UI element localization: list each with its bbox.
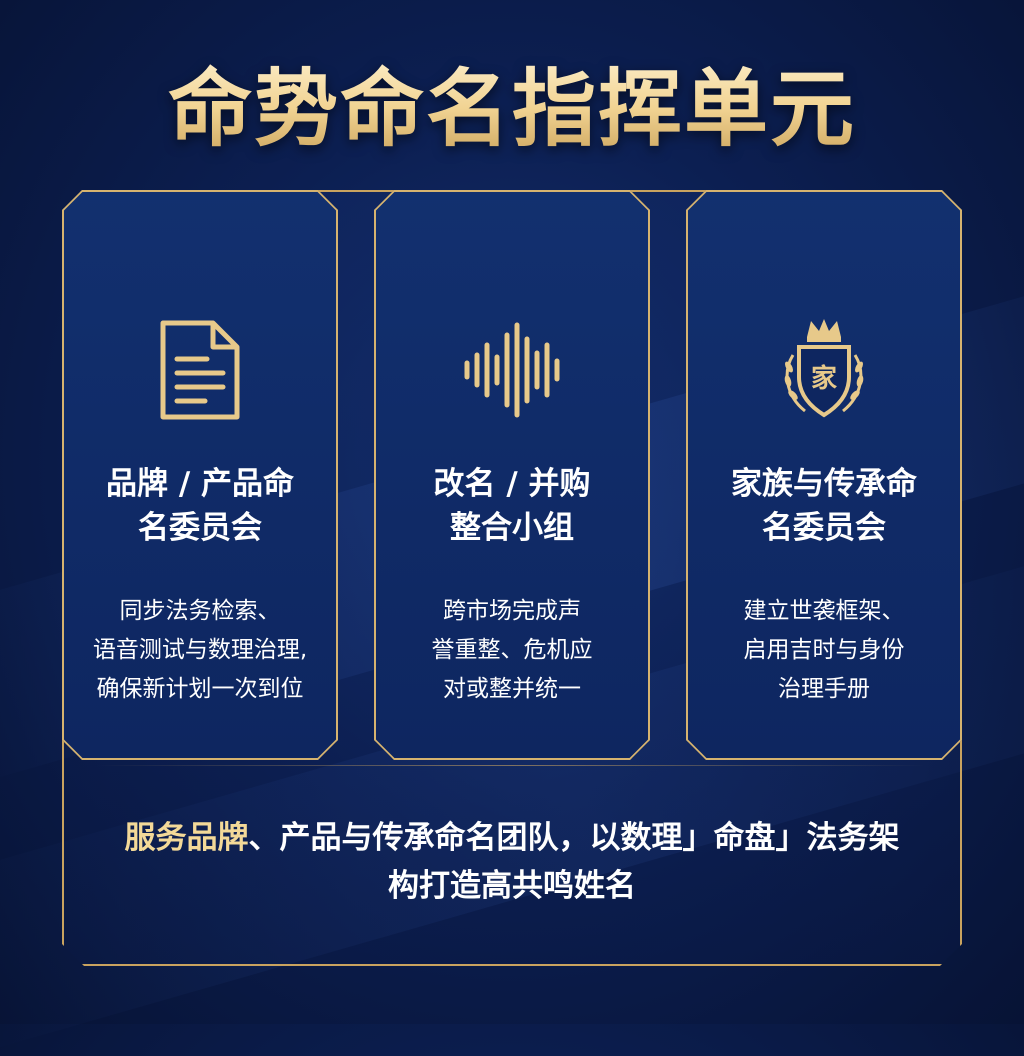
card-rename-merger-group: 改名 / 并购 整合小组 跨市场完成声 誉重整、危机应 对或整并统一 (374, 190, 650, 760)
document-icon (145, 315, 255, 425)
card-brand-committee: 品牌 / 产品命 名委员会 同步法务检索、 语音测试与数理治理, 确保新计划一次… (62, 190, 338, 760)
footer-text: 、产品与传承命名团队，以数理」命盘」法务架构打造高共鸣姓名 (248, 820, 900, 904)
crest-character: 家 (811, 363, 837, 394)
card-description: 同步法务检索、 语音测试与数理治理, 确保新计划一次到位 (92, 598, 308, 702)
card-title: 改名 / 并购 整合小组 (433, 466, 591, 546)
footer-tagline: 服务品牌、产品与传承命名团队，以数理」命盘」法务架构打造高共鸣姓名 (110, 814, 914, 910)
divider (96, 765, 928, 766)
card-family-committee: 家 家族与传承命 名委员会 建立世袭框架、 启用吉时与身份 治理手册 (686, 190, 962, 760)
card-title: 家族与传承命 名委员会 (731, 466, 917, 546)
page-title: 命势命名指挥单元 (0, 42, 1024, 163)
card-description: 建立世袭框架、 启用吉时与身份 治理手册 (743, 598, 905, 702)
card-description: 跨市场完成声 誉重整、危机应 对或整并统一 (431, 598, 593, 702)
sound-wave-icon (457, 315, 567, 425)
family-crest-icon: 家 (769, 315, 879, 425)
card-title: 品牌 / 产品命 名委员会 (106, 466, 294, 546)
footer-highlight: 服务品牌 (124, 820, 249, 856)
